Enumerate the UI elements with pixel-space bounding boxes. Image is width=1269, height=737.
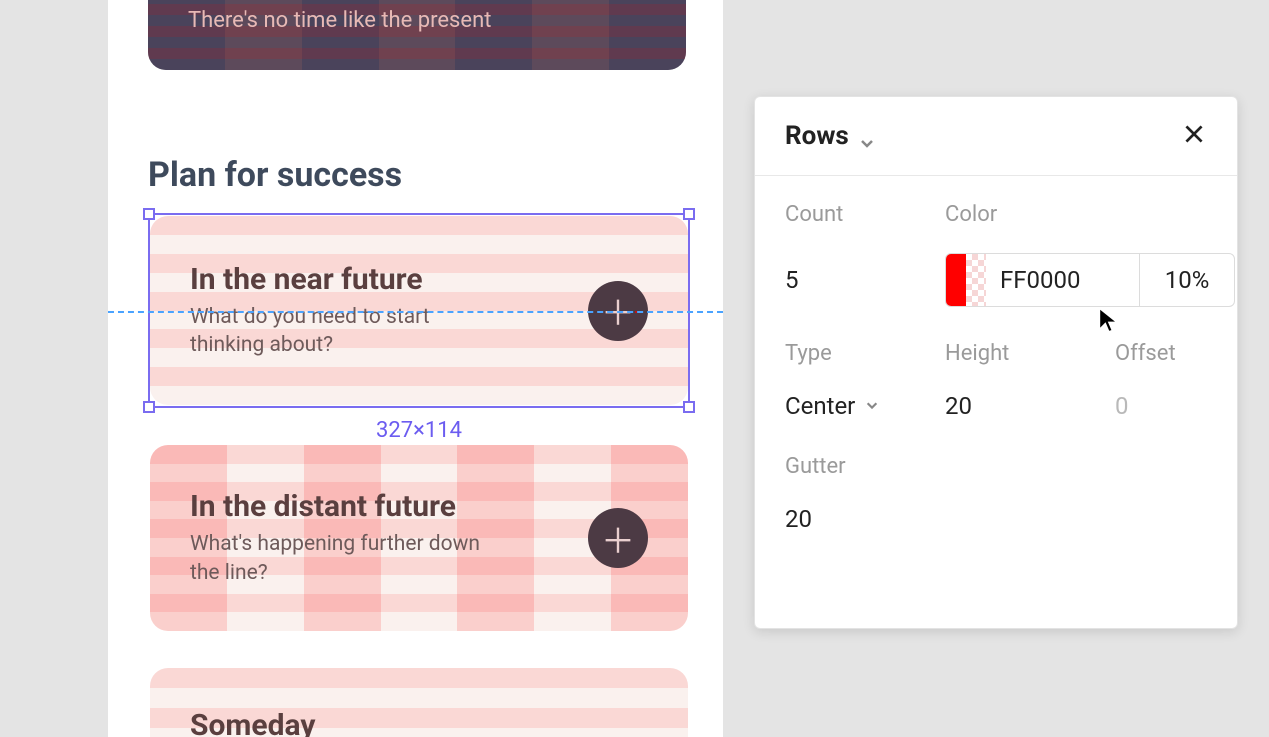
add-button[interactable]: ＋: [588, 508, 648, 568]
type-value: Center: [785, 392, 855, 420]
chevron-down-icon: [865, 397, 879, 416]
count-input[interactable]: 5: [785, 266, 945, 294]
offset-input[interactable]: 0: [1115, 392, 1215, 420]
card-title: Someday: [190, 708, 315, 737]
close-icon: [1181, 132, 1207, 151]
color-swatch[interactable]: [946, 254, 986, 306]
card-subtitle: What's happening further down the line?: [190, 530, 490, 587]
card-caption: There's no time like the present: [188, 8, 491, 33]
card-title: In the near future: [190, 262, 490, 297]
card-someday[interactable]: Someday: [150, 668, 688, 737]
color-hex-input[interactable]: FF0000: [986, 254, 1140, 306]
card-distant-future[interactable]: In the distant future What's happening f…: [150, 445, 688, 631]
label-gutter: Gutter: [785, 454, 1207, 479]
panel-title-text: Rows: [785, 121, 849, 151]
label-height: Height: [945, 341, 1115, 366]
label-type: Type: [785, 341, 945, 366]
selection-dimensions: 327×114: [148, 418, 690, 443]
color-opacity-input[interactable]: 10%: [1140, 254, 1234, 306]
close-button[interactable]: [1181, 121, 1207, 151]
label-offset: Offset: [1115, 341, 1215, 366]
chevron-down-icon: [859, 128, 875, 144]
height-input[interactable]: 20: [945, 392, 1115, 420]
gutter-input[interactable]: 20: [785, 505, 1207, 533]
design-canvas[interactable]: There's no time like the present Plan fo…: [108, 0, 723, 737]
card-present[interactable]: There's no time like the present: [148, 0, 686, 70]
section-title: Plan for success: [148, 155, 402, 195]
type-dropdown[interactable]: Center: [785, 392, 945, 420]
layout-grid-panel: Rows Count Color 5: [754, 96, 1238, 629]
color-input[interactable]: FF0000 10%: [945, 253, 1235, 307]
alignment-guide: [108, 311, 723, 313]
label-color: Color: [945, 202, 1207, 227]
plus-icon: ＋: [601, 514, 635, 563]
label-count: Count: [785, 202, 945, 227]
panel-title-dropdown[interactable]: Rows: [785, 121, 875, 151]
card-title: In the distant future: [190, 489, 490, 524]
